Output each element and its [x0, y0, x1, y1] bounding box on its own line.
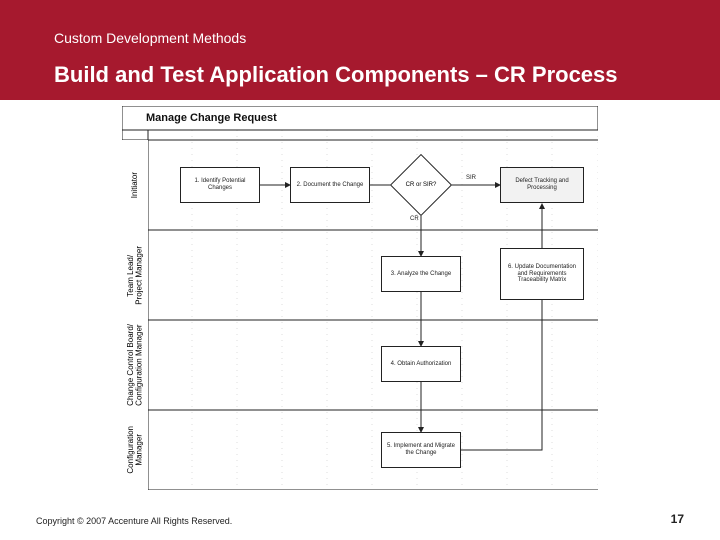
lane-ccb: Change Control Board/ Configuration Mana… — [122, 320, 148, 410]
label-cr: CR — [410, 216, 419, 222]
slide-eyebrow: Custom Development Methods — [54, 30, 246, 46]
footer-page: 17 — [671, 512, 684, 526]
diagram-title: Manage Change Request — [146, 112, 277, 124]
box-identify: 1. Identify Potential Changes — [180, 167, 260, 203]
slide-title: Build and Test Application Components – … — [54, 62, 618, 88]
box-defect-tracking: Defect Tracking and Processing — [500, 167, 584, 203]
lane-initiator: Initiator — [122, 140, 148, 230]
box-obtain-auth: 4. Obtain Authorization — [381, 346, 461, 382]
box-implement: 5. Implement and Migrate the Change — [381, 432, 461, 468]
box-analyze: 3. Analyze the Change — [381, 256, 461, 292]
decision-cr-or-sir: CR or SIR? — [399, 163, 443, 207]
box-update-docs: 6. Update Documentation and Requirements… — [500, 248, 584, 300]
swimlane-diagram: Manage Change Request Initiator Team Lea… — [122, 106, 598, 490]
box-document: 2. Document the Change — [290, 167, 370, 203]
label-sir: SIR — [466, 175, 476, 181]
footer-copyright: Copyright © 2007 Accenture All Rights Re… — [36, 516, 232, 526]
lane-team-lead: Team Lead/ Project Manager — [122, 230, 148, 320]
lane-config-manager: Configuration Manager — [122, 410, 148, 490]
